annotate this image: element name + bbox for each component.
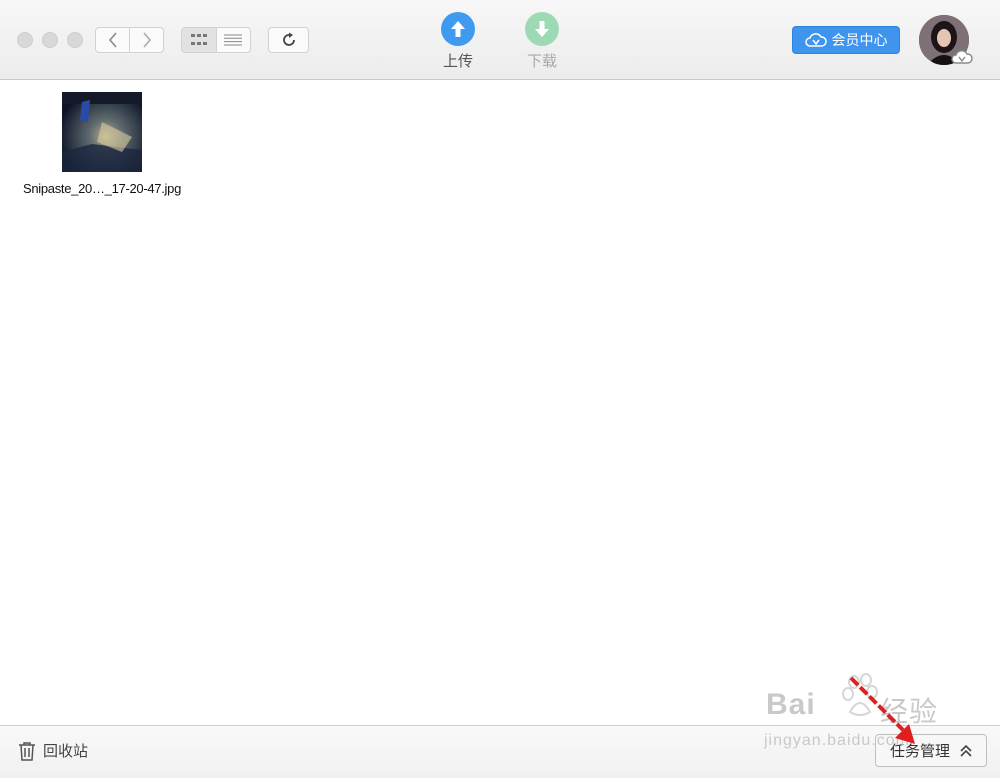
cloud-badge-icon (951, 50, 973, 64)
upload-icon (441, 12, 475, 46)
file-area: Snipaste_20…_17-20-47.jpg (0, 81, 1000, 725)
window-close-button[interactable] (17, 32, 33, 48)
download-button[interactable]: 下载 (512, 12, 572, 71)
app-window: 上传 下载 会员中心 Snipaste_20…_17-20-47.jpg 回收站… (0, 0, 1000, 778)
cloud-vip-icon (804, 33, 827, 47)
bottom-bar: 回收站 任务管理 (0, 725, 1000, 778)
vip-center-label: 会员中心 (831, 32, 888, 48)
upload-button[interactable]: 上传 (428, 12, 488, 71)
navigation-buttons (95, 27, 164, 53)
refresh-icon (282, 32, 295, 46)
recycle-bin-label: 回收站 (43, 743, 89, 760)
task-manager-label: 任务管理 (889, 743, 950, 760)
vip-center-button[interactable]: 会员中心 (792, 26, 900, 54)
window-maximize-button[interactable] (67, 32, 83, 48)
window-minimize-button[interactable] (42, 32, 58, 48)
chevron-right-icon (142, 32, 151, 48)
grid-icon (190, 34, 207, 45)
toolbar: 上传 下载 会员中心 (0, 0, 1000, 80)
view-mode-switch (181, 27, 251, 53)
file-thumbnail (62, 92, 142, 172)
file-item[interactable]: Snipaste_20…_17-20-47.jpg (14, 92, 190, 196)
back-button[interactable] (96, 28, 129, 52)
recycle-bin-button[interactable]: 回收站 (17, 740, 88, 761)
chevron-left-icon (108, 32, 117, 48)
list-view-button[interactable] (215, 28, 251, 52)
refresh-button[interactable] (268, 27, 309, 53)
upload-label: 上传 (442, 53, 473, 70)
trash-icon (19, 741, 35, 761)
grid-view-button[interactable] (182, 28, 216, 52)
forward-button[interactable] (129, 28, 163, 52)
file-name: Snipaste_20…_17-20-47.jpg (22, 181, 181, 196)
task-manager-button[interactable]: 任务管理 (875, 734, 987, 767)
download-icon (525, 12, 559, 46)
double-chevron-up-icon (960, 744, 972, 757)
download-label: 下载 (526, 53, 557, 70)
list-icon (224, 34, 243, 46)
